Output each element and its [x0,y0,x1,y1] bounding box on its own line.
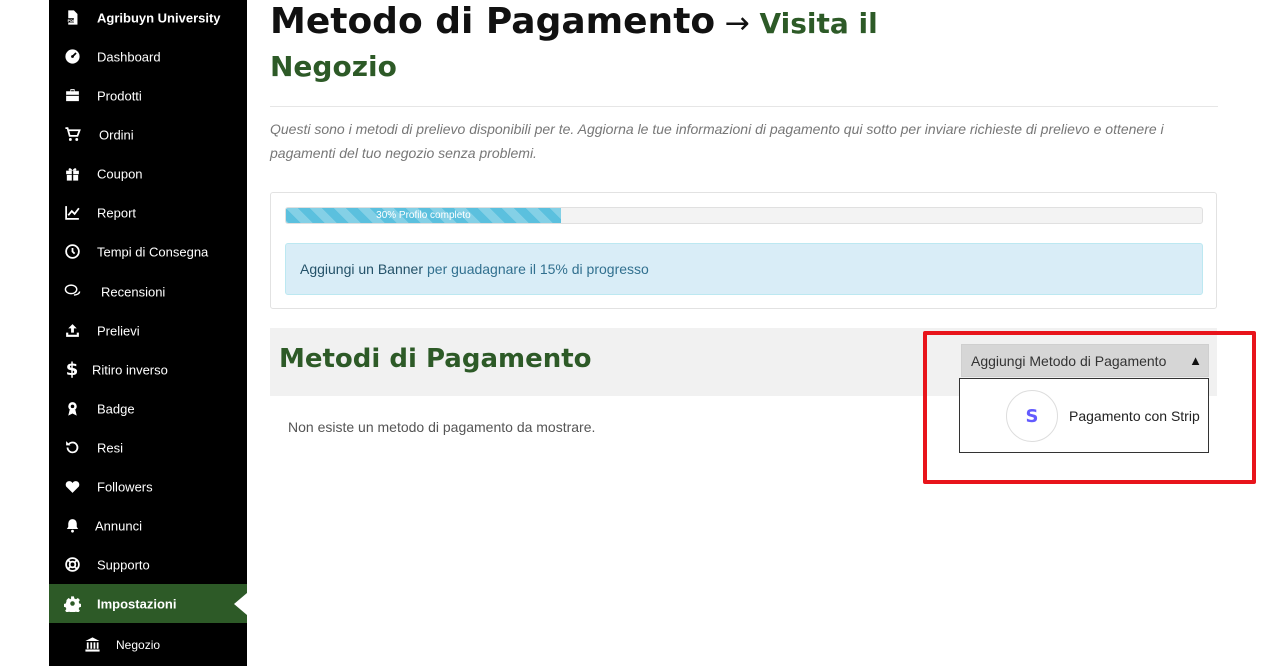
sidebar-item-label: Annunci [95,518,142,533]
sidebar-item-label: Prodotti [97,88,142,103]
gauge-icon [63,48,81,66]
sidebar-item-label: Tempi di Consegna [97,244,209,259]
gift-icon [63,165,81,183]
sidebar-item-badge[interactable]: Badge [49,389,247,428]
sidebar-item-label: Followers [97,479,153,494]
page-description: Questi sono i metodi di prelievo disponi… [270,121,1164,161]
visit-store-link-continued[interactable]: Negozio [270,50,397,83]
line-chart-icon [63,204,81,222]
dollar-icon: $ [65,359,79,380]
sidebar-item-impostazioni[interactable]: Impostazioni [49,584,247,623]
add-banner-link[interactable]: Aggiungi un Banner [300,261,423,277]
gear-icon [63,595,81,613]
page-title: Metodo di Pagamento → Visita il [270,0,910,50]
empty-state-message: Non esiste un metodo di pagamento da mos… [288,419,596,435]
sidebar-item-label: Impostazioni [97,596,177,611]
sidebar: PDF Agribuyn University Dashboard Prodot… [49,0,247,666]
page-title-text: Metodo di Pagamento [270,1,716,42]
svg-text:PDF: PDF [67,19,76,23]
sidebar-item-followers[interactable]: Followers [49,467,247,506]
briefcase-icon [63,87,81,105]
divider [270,106,1218,107]
highlight-annotation [923,331,1256,484]
sidebar-item-label: Badge [97,401,135,416]
sidebar-item-label: Dashboard [97,49,161,64]
sidebar-item-prelievi[interactable]: Prelievi [49,311,247,350]
sidebar-item-resi[interactable]: Resi [49,428,247,467]
sidebar-item-agribuyn-university[interactable]: PDF Agribuyn University [49,0,247,37]
progress-fill: 30% Profilo completo [286,208,561,223]
sidebar-item-dashboard[interactable]: Dashboard [49,37,247,76]
sidebar-item-annunci[interactable]: Annunci [49,506,247,545]
cart-icon [63,126,81,144]
lifebuoy-icon [63,556,81,574]
arrow-glyph: → [724,6,750,41]
clock-icon [63,243,81,261]
bank-icon [83,636,101,654]
sidebar-item-supporto[interactable]: Supporto [49,545,247,584]
bell-icon [63,517,81,535]
sidebar-item-label: Resi [97,440,124,455]
pdf-file-icon: PDF [63,9,81,27]
sidebar-item-label: Negozio [116,637,161,652]
sidebar-item-ritiro-inverso[interactable]: $ Ritiro inverso [49,350,247,389]
sidebar-item-label: Agribuyn University [97,10,221,25]
sidebar-item-label: Ritiro inverso [92,362,168,377]
comments-icon [63,283,81,301]
sidebar-item-tempi-di-consegna[interactable]: Tempi di Consegna [49,232,247,271]
visit-store-link[interactable]: Visita il [759,7,877,40]
profile-completeness-box: 30% Profilo completo Aggiungi un Banner … [270,192,1217,309]
sidebar-item-recensioni[interactable]: Recensioni [49,272,247,311]
sidebar-item-coupon[interactable]: Coupon [49,154,247,193]
sidebar-item-label: Prelievi [97,323,140,338]
sidebar-item-label: Coupon [97,166,143,181]
sidebar-item-label: Supporto [97,557,150,572]
sidebar-item-negozio[interactable]: Negozio [49,625,247,664]
sidebar-item-label: Report [97,205,137,220]
undo-icon [63,439,81,457]
progress-tip: Aggiungi un Banner per guadagnare il 15%… [285,243,1203,295]
sidebar-item-prodotti[interactable]: Prodotti [49,76,247,115]
sidebar-item-label: Ordini [99,127,134,142]
award-icon [63,400,81,418]
upload-icon [63,322,81,340]
sidebar-item-report[interactable]: Report [49,193,247,232]
tip-text: per guadagnare il 15% di progresso [427,261,649,277]
progress-bar: 30% Profilo completo [285,207,1203,224]
payment-methods-title: Metodi di Pagamento [279,344,592,374]
sidebar-item-label: Recensioni [101,284,166,299]
sidebar-item-ordini[interactable]: Ordini [49,115,247,154]
heart-icon [63,478,81,496]
